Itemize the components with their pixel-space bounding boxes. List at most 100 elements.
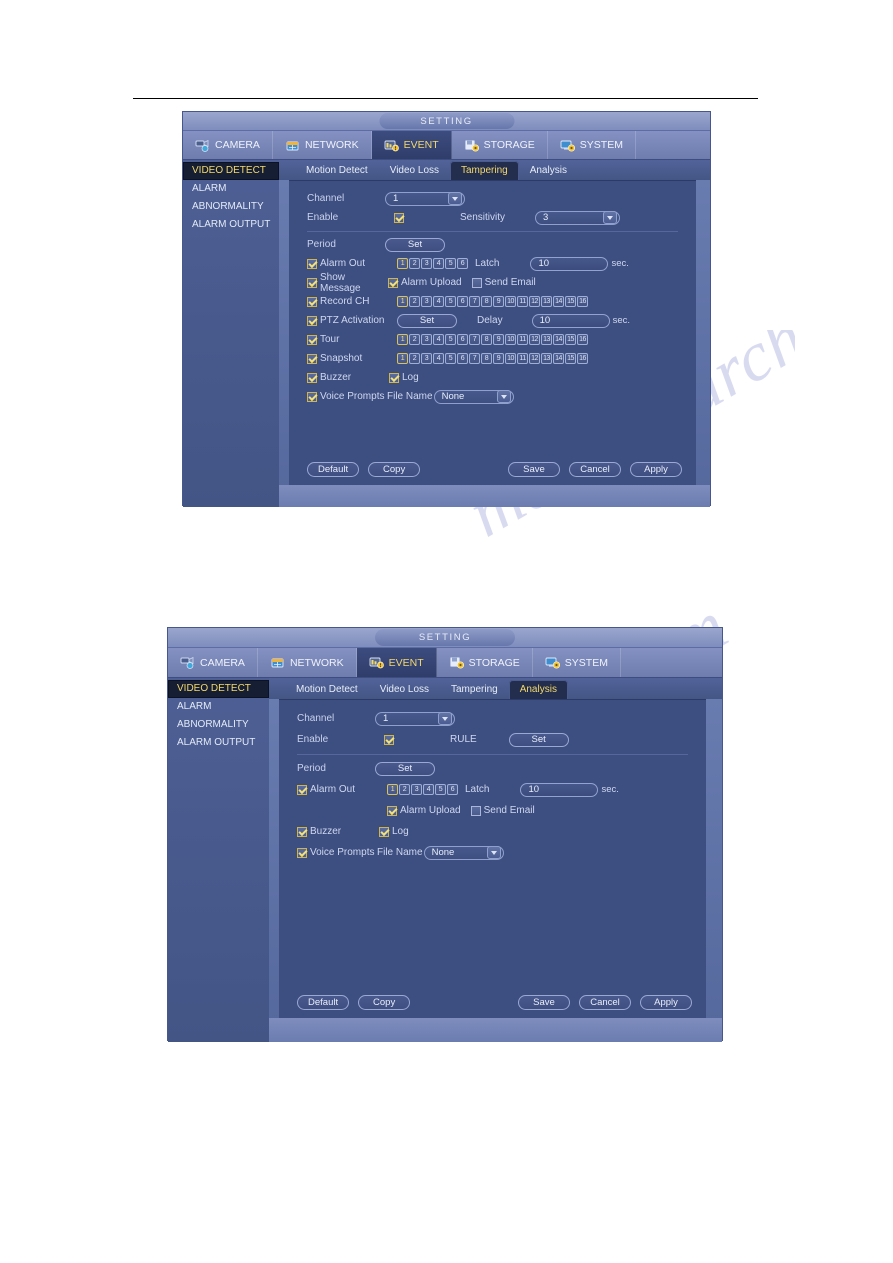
snapshot-checkbox[interactable] (307, 353, 317, 364)
sidebar-item-alarm[interactable]: ALARM (183, 180, 279, 198)
sidebar-item-video-detect[interactable]: VIDEO DETECT (183, 162, 279, 180)
show-message-checkbox[interactable] (307, 277, 317, 288)
tour-chip[interactable]: 9 (493, 334, 504, 345)
save-button[interactable]: Save (518, 995, 570, 1010)
nav-item-network[interactable]: NETWORK (273, 131, 372, 159)
snapshot-chip[interactable]: 10 (505, 353, 516, 364)
sidebar-item-abnormality[interactable]: ABNORMALITY (168, 716, 269, 734)
alarm-out-chip[interactable]: 6 (447, 784, 458, 795)
alarm-out-checkbox-label[interactable]: Alarm Out (307, 258, 385, 269)
period-set-button[interactable]: Set (375, 761, 435, 776)
snapshot-chip[interactable]: 5 (445, 353, 456, 364)
snapshot-chip[interactable]: 9 (493, 353, 504, 364)
voice-checkbox-label[interactable]: Voice Prompts (297, 847, 375, 858)
snapshot-chip[interactable]: 4 (433, 353, 444, 364)
ptz-checkbox[interactable] (307, 315, 317, 326)
record-ch-chip[interactable]: 11 (517, 296, 528, 307)
alarm-out-checkbox-label[interactable]: Alarm Out (297, 784, 375, 795)
snapshot-chip[interactable]: 2 (409, 353, 420, 364)
record-ch-chip[interactable]: 2 (409, 296, 420, 307)
record-ch-checkbox-label[interactable]: Record CH (307, 296, 385, 307)
default-button[interactable]: Default (297, 995, 350, 1010)
tour-checkbox-label[interactable]: Tour (307, 334, 385, 345)
nav-item-event[interactable]: EVENT (356, 648, 437, 677)
record-ch-chip[interactable]: 4 (433, 296, 444, 307)
apply-button[interactable]: Apply (640, 995, 692, 1010)
apply-button[interactable]: Apply (630, 462, 682, 477)
sidebar-item-alarm-output[interactable]: ALARM OUTPUT (168, 734, 269, 752)
channel-select[interactable]: 1 (375, 711, 455, 726)
send-email-checkbox-label[interactable]: Send Email (471, 277, 536, 288)
buzzer-checkbox-label[interactable]: Buzzer (297, 826, 375, 837)
alarm-upload-checkbox[interactable] (388, 277, 398, 288)
snapshot-chip[interactable]: 12 (529, 353, 540, 364)
record-ch-checkbox[interactable] (307, 296, 317, 307)
sidebar-item-alarm-output[interactable]: ALARM OUTPUT (183, 216, 279, 234)
filename-select[interactable]: None (423, 845, 504, 860)
alarm-upload-checkbox[interactable] (387, 805, 397, 816)
tour-chip[interactable]: 2 (409, 334, 420, 345)
save-button[interactable]: Save (508, 462, 560, 477)
alarm-out-chip[interactable]: 6 (457, 258, 468, 269)
record-ch-chip[interactable]: 15 (565, 296, 576, 307)
send-email-checkbox-label[interactable]: Send Email (470, 805, 535, 816)
alarm-out-chip[interactable]: 3 (411, 784, 422, 795)
record-ch-chip[interactable]: 12 (529, 296, 540, 307)
nav-item-storage[interactable]: STORAGE (452, 131, 548, 159)
tour-chip[interactable]: 7 (469, 334, 480, 345)
record-ch-chip[interactable]: 7 (469, 296, 480, 307)
copy-button[interactable]: Copy (368, 462, 421, 477)
record-ch-chip[interactable]: 16 (577, 296, 588, 307)
nav-item-storage[interactable]: STORAGE (437, 648, 533, 677)
tour-chip[interactable]: 8 (481, 334, 492, 345)
alarm-out-chip[interactable]: 2 (409, 258, 420, 269)
record-ch-chip[interactable]: 14 (553, 296, 564, 307)
sidebar-item-abnormality[interactable]: ABNORMALITY (183, 198, 279, 216)
alarm-out-chip[interactable]: 5 (435, 784, 446, 795)
tour-chip[interactable]: 3 (421, 334, 432, 345)
channel-select[interactable]: 1 (385, 191, 465, 206)
latch-input[interactable]: 10 (530, 256, 609, 271)
record-ch-chip[interactable]: 9 (493, 296, 504, 307)
snapshot-chip[interactable]: 13 (541, 353, 552, 364)
tour-chip[interactable]: 1 (397, 334, 408, 345)
record-ch-chip[interactable]: 10 (505, 296, 516, 307)
alarm-upload-checkbox-label[interactable]: Alarm Upload (387, 805, 461, 816)
tour-chip[interactable]: 14 (553, 334, 564, 345)
buzzer-checkbox[interactable] (297, 826, 307, 837)
voice-prompts-checkbox[interactable] (307, 391, 317, 402)
tour-checkbox[interactable] (307, 334, 317, 345)
tour-chip[interactable]: 13 (541, 334, 552, 345)
tour-chip[interactable]: 12 (529, 334, 540, 345)
record-ch-chip[interactable]: 5 (445, 296, 456, 307)
period-set-button[interactable]: Set (385, 237, 445, 252)
tour-chip[interactable]: 10 (505, 334, 516, 345)
filename-select[interactable]: None (433, 389, 514, 404)
tab-motion-detect[interactable]: Motion Detect (285, 680, 369, 699)
alarm-out-chip[interactable]: 2 (399, 784, 410, 795)
send-email-checkbox[interactable] (471, 277, 482, 288)
alarm-upload-checkbox-label[interactable]: Alarm Upload (388, 277, 462, 288)
cancel-button[interactable]: Cancel (579, 995, 631, 1010)
log-checkbox[interactable] (389, 372, 399, 383)
copy-button[interactable]: Copy (358, 995, 411, 1010)
tour-chip[interactable]: 15 (565, 334, 576, 345)
tour-chip[interactable]: 4 (433, 334, 444, 345)
nav-item-system[interactable]: SYSTEM (548, 131, 636, 159)
sidebar-item-video-detect[interactable]: VIDEO DETECT (168, 680, 269, 698)
record-ch-chip[interactable]: 13 (541, 296, 552, 307)
tab-analysis[interactable]: Analysis (508, 680, 568, 699)
enable-checkbox[interactable] (384, 734, 394, 745)
record-ch-chip[interactable]: 6 (457, 296, 468, 307)
alarm-out-chip[interactable]: 1 (397, 258, 408, 269)
snapshot-chip[interactable]: 11 (517, 353, 528, 364)
nav-item-camera[interactable]: CAMERA (183, 131, 273, 159)
alarm-out-chip[interactable]: 3 (421, 258, 432, 269)
nav-item-camera[interactable]: CAMERA (168, 648, 258, 677)
snapshot-chip[interactable]: 8 (481, 353, 492, 364)
snapshot-chip[interactable]: 16 (577, 353, 588, 364)
snapshot-chip[interactable]: 15 (565, 353, 576, 364)
rule-set-button[interactable]: Set (508, 732, 569, 747)
record-ch-chip[interactable]: 8 (481, 296, 492, 307)
voice-prompts-checkbox[interactable] (297, 847, 307, 858)
